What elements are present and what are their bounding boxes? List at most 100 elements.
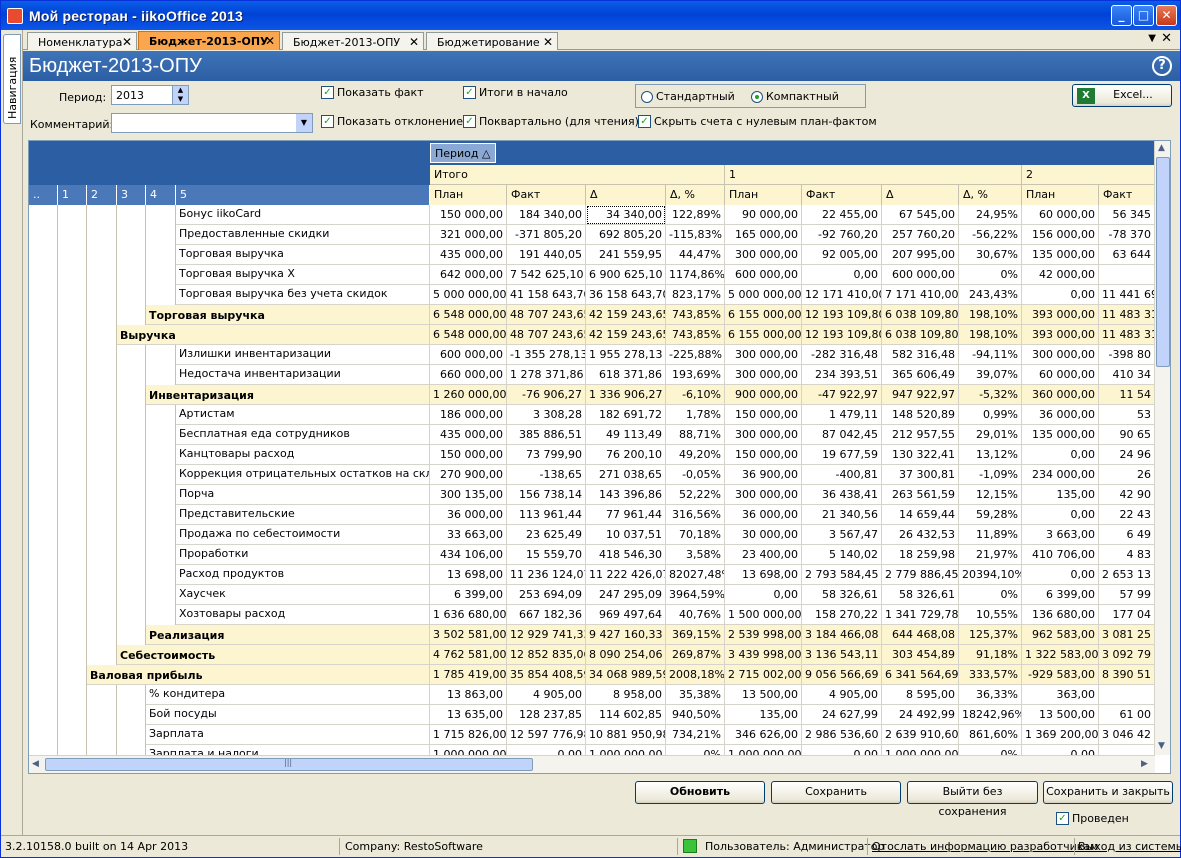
cell-value[interactable]: 962 583,00: [1022, 625, 1099, 645]
cell-value[interactable]: 135,00: [1022, 485, 1099, 505]
cell-value[interactable]: 36 000,00: [725, 505, 802, 525]
table-row[interactable]: Бой посуды 13 635,00 128 237,85 114 602,85 9…: [29, 705, 1155, 725]
cell-value[interactable]: 360 000,00: [1022, 385, 1099, 405]
cell-value[interactable]: 300 000,00: [725, 345, 802, 365]
cell-value[interactable]: -56,22%: [959, 225, 1022, 245]
cell-value[interactable]: 0,00: [1022, 445, 1099, 465]
cell-value[interactable]: 582 316,48: [882, 345, 959, 365]
cell-value[interactable]: 44,47%: [666, 245, 725, 265]
excel-export-button[interactable]: X Excel...: [1072, 84, 1172, 107]
cell-value[interactable]: 418 546,30: [586, 545, 666, 565]
close-window-button[interactable]: ✕: [1156, 5, 1177, 26]
cell-value[interactable]: 243,43%: [959, 285, 1022, 305]
cell-value[interactable]: 743,85%: [666, 325, 725, 345]
column-header[interactable]: Факт: [802, 185, 882, 205]
cell-value[interactable]: 33 663,00: [430, 525, 507, 545]
cell-value[interactable]: 1 715 826,00: [430, 725, 507, 745]
table-row[interactable]: Бонус iikoCard 150 000,00 184 340,00 34 340…: [29, 205, 1155, 225]
cell-value[interactable]: 3 308,28: [507, 405, 586, 425]
column-header[interactable]: Δ, %: [666, 185, 725, 205]
table-row[interactable]: Предоставленные скидки 321 000,00 -371 805…: [29, 225, 1155, 245]
scroll-thumb[interactable]: [1156, 157, 1170, 367]
table-row[interactable]: Бесплатная еда сотрудников 435 000,00 385 …: [29, 425, 1155, 445]
cell-value[interactable]: 5 000 000,00: [725, 285, 802, 305]
table-row[interactable]: Зарплата 1 715 826,00 12 597 776,98 10 881 …: [29, 725, 1155, 745]
cell-value[interactable]: -1,09%: [959, 465, 1022, 485]
cell-value[interactable]: 13 698,00: [430, 565, 507, 585]
cell-value[interactable]: 67 545,00: [882, 205, 959, 225]
cell-value[interactable]: 6 399,00: [430, 585, 507, 605]
cell-value[interactable]: 271 038,65: [586, 465, 666, 485]
posted-checkbox[interactable]: ✓ Проведен: [1056, 812, 1129, 825]
cell-value[interactable]: 3 663,00: [1022, 525, 1099, 545]
cell-value[interactable]: 24 96: [1099, 445, 1155, 465]
cell-value[interactable]: 150 000,00: [430, 205, 507, 225]
cell-value[interactable]: 42 159 243,65: [586, 325, 666, 345]
spinner-arrows-icon[interactable]: ▲ ▼: [172, 86, 188, 104]
maximize-button[interactable]: □: [1133, 5, 1154, 26]
cell-value[interactable]: 618 371,86: [586, 365, 666, 385]
table-row[interactable]: Торговая выручка 435 000,00 191 440,05 241 …: [29, 245, 1155, 265]
cell-value[interactable]: 2008,18%: [666, 665, 725, 685]
level-header[interactable]: 4: [146, 185, 176, 205]
cell-value[interactable]: 1 000 000,00: [725, 745, 802, 755]
cell-value[interactable]: 2 779 886,45: [882, 565, 959, 585]
logout-link[interactable]: Выход из системы: [1078, 840, 1181, 853]
cell-value[interactable]: 600 000,00: [725, 265, 802, 285]
cell-value[interactable]: 61 00: [1099, 705, 1155, 725]
cell-value[interactable]: 12 929 741,33: [507, 625, 586, 645]
subtotal-row[interactable]: Торговая выручка 6 548 000,00 48 707 243,6…: [29, 305, 1155, 325]
cell-value[interactable]: 13 500,00: [1022, 705, 1099, 725]
cell-value[interactable]: 1 636 680,00: [430, 605, 507, 625]
cell-value[interactable]: 10 881 950,98: [586, 725, 666, 745]
column-header[interactable]: Факт: [507, 185, 586, 205]
cell-value[interactable]: 73 799,90: [507, 445, 586, 465]
cell-value[interactable]: [1099, 745, 1155, 755]
cell-value[interactable]: 346 626,00: [725, 725, 802, 745]
totals-first-checkbox[interactable]: ✓ Итоги в начало: [463, 86, 568, 99]
cell-value[interactable]: 1 000 000,00: [882, 745, 959, 755]
tab-close-icon[interactable]: ✕: [543, 35, 553, 49]
cell-value[interactable]: 52,22%: [666, 485, 725, 505]
cell-value[interactable]: 11 441 693: [1099, 285, 1155, 305]
cell-value[interactable]: 2 793 584,45: [802, 565, 882, 585]
cell-value[interactable]: 9 427 160,33: [586, 625, 666, 645]
cell-value[interactable]: 0%: [959, 745, 1022, 755]
cell-value[interactable]: 48 707 243,65: [507, 325, 586, 345]
cell-value[interactable]: 49,20%: [666, 445, 725, 465]
cell-value[interactable]: 24 627,99: [802, 705, 882, 725]
cell-value[interactable]: 87 042,45: [802, 425, 882, 445]
cell-value[interactable]: [1099, 265, 1155, 285]
cell-value[interactable]: 10 037,51: [586, 525, 666, 545]
cell-value[interactable]: 0%: [959, 585, 1022, 605]
cell-value[interactable]: 435 000,00: [430, 425, 507, 445]
cell-value[interactable]: 150 000,00: [430, 445, 507, 465]
tab-close-icon[interactable]: ✕: [409, 35, 419, 49]
cell-value[interactable]: 241 559,95: [586, 245, 666, 265]
cell-value[interactable]: 18 259,98: [882, 545, 959, 565]
cell-value[interactable]: 1 000 000,00: [430, 745, 507, 755]
cell-value[interactable]: 135 000,00: [1022, 425, 1099, 445]
cell-value[interactable]: 6 155 000,00: [725, 305, 802, 325]
cell-value[interactable]: 0,00: [1022, 745, 1099, 755]
cell-value[interactable]: 63 644: [1099, 245, 1155, 265]
cell-value[interactable]: 24 492,99: [882, 705, 959, 725]
tab-budget-active[interactable]: Бюджет-2013-ОПУ ✕: [138, 31, 280, 50]
tab-nomenclature[interactable]: Номенклатура ✕: [27, 32, 137, 50]
cell-value[interactable]: 184 340,00: [507, 205, 586, 225]
save-button[interactable]: Сохранить: [771, 781, 901, 804]
table-row[interactable]: Представительские 36 000,00 113 961,44 77 9…: [29, 505, 1155, 525]
cell-value[interactable]: 42 159 243,65: [586, 305, 666, 325]
cell-value[interactable]: 253 694,09: [507, 585, 586, 605]
cell-value[interactable]: 41 158 643,70: [507, 285, 586, 305]
cell-value[interactable]: 12 171 410,00: [802, 285, 882, 305]
cell-value[interactable]: 667 182,36: [507, 605, 586, 625]
cell-value[interactable]: 30,67%: [959, 245, 1022, 265]
chevron-down-icon[interactable]: ▼: [296, 114, 312, 132]
cell-value[interactable]: 15 559,70: [507, 545, 586, 565]
cell-value[interactable]: 300 000,00: [725, 365, 802, 385]
cell-value[interactable]: 18242,96%: [959, 705, 1022, 725]
cell-value[interactable]: 148 520,89: [882, 405, 959, 425]
cell-value[interactable]: 270 900,00: [430, 465, 507, 485]
cell-value[interactable]: 0,99%: [959, 405, 1022, 425]
